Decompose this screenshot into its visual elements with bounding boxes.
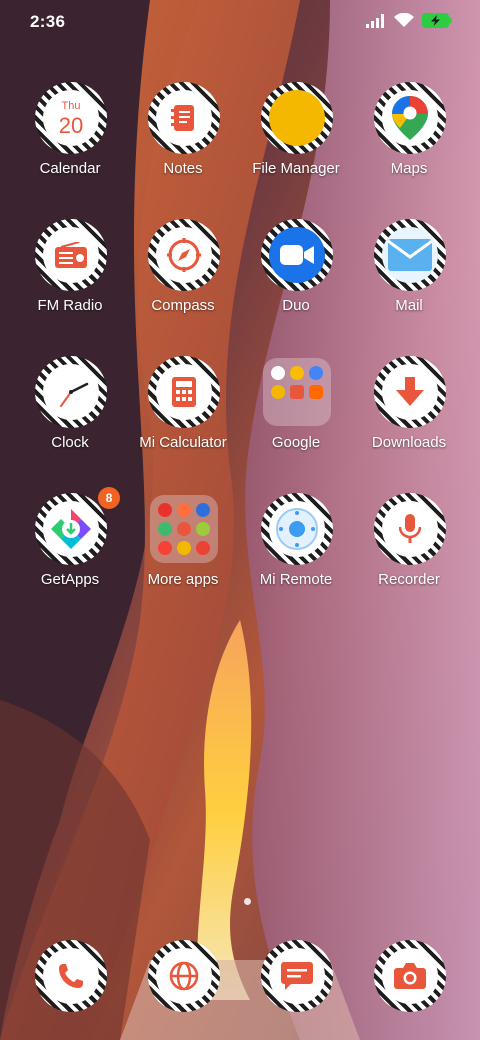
camera-icon bbox=[382, 948, 438, 1004]
calendar-icon: Thu 20 bbox=[43, 90, 99, 146]
calculator-icon bbox=[156, 364, 212, 420]
app-recorder[interactable]: Recorder bbox=[353, 493, 465, 623]
wifi-icon bbox=[394, 12, 414, 33]
clock-icon bbox=[43, 364, 99, 420]
browser-icon bbox=[156, 948, 212, 1004]
dock-browser[interactable] bbox=[148, 940, 220, 1012]
dock-camera[interactable] bbox=[374, 940, 446, 1012]
remote-icon bbox=[269, 501, 325, 557]
app-mail[interactable]: Mail bbox=[353, 219, 465, 349]
app-duo[interactable]: Duo bbox=[240, 219, 352, 349]
messages-icon bbox=[269, 948, 325, 1004]
file-manager-icon bbox=[269, 90, 325, 146]
dock-messages[interactable] bbox=[261, 940, 333, 1012]
video-camera-icon bbox=[269, 227, 325, 283]
radio-icon bbox=[43, 227, 99, 283]
microphone-icon bbox=[382, 501, 438, 557]
app-notes[interactable]: Notes bbox=[127, 82, 239, 212]
battery-charging-icon bbox=[422, 13, 452, 33]
app-mi-remote[interactable]: Mi Remote bbox=[240, 493, 352, 623]
notification-badge: 8 bbox=[98, 487, 120, 509]
getapps-icon bbox=[43, 501, 99, 557]
app-getapps[interactable]: 8 GetApps bbox=[14, 487, 126, 623]
compass-icon bbox=[156, 227, 212, 283]
maps-icon bbox=[382, 90, 438, 146]
app-clock[interactable]: Clock bbox=[14, 356, 126, 486]
app-label: Recorder bbox=[378, 571, 440, 588]
mail-icon bbox=[382, 227, 438, 283]
app-fm-radio[interactable]: FM Radio bbox=[14, 219, 126, 349]
download-icon bbox=[382, 364, 438, 420]
calendar-date: 20 bbox=[58, 113, 84, 138]
app-maps[interactable]: Maps bbox=[353, 82, 465, 212]
status-time: 2:36 bbox=[30, 12, 66, 31]
phone-icon bbox=[43, 948, 99, 1004]
app-label: Maps bbox=[390, 160, 428, 177]
folder-more-apps[interactable]: More apps bbox=[127, 493, 239, 623]
dock bbox=[0, 940, 480, 1012]
app-downloads[interactable]: Downloads bbox=[353, 356, 465, 486]
app-calendar[interactable]: Thu 20 Calendar bbox=[14, 82, 126, 212]
app-label: Mail bbox=[395, 297, 423, 314]
folder-icon bbox=[150, 495, 218, 563]
folder-google[interactable]: Google bbox=[240, 356, 352, 486]
app-compass[interactable]: Compass bbox=[127, 219, 239, 349]
app-label: Downloads bbox=[371, 434, 447, 451]
app-mi-calculator[interactable]: Mi Calculator bbox=[127, 356, 239, 486]
dock-phone[interactable] bbox=[35, 940, 107, 1012]
page-indicator bbox=[244, 898, 251, 905]
status-bar: 2:36 bbox=[0, 0, 480, 44]
calendar-day: Thu bbox=[61, 100, 81, 112]
app-file-manager[interactable]: File Manager bbox=[240, 82, 352, 212]
folder-icon bbox=[263, 358, 331, 426]
notes-icon bbox=[156, 90, 212, 146]
signal-icon bbox=[366, 13, 386, 33]
